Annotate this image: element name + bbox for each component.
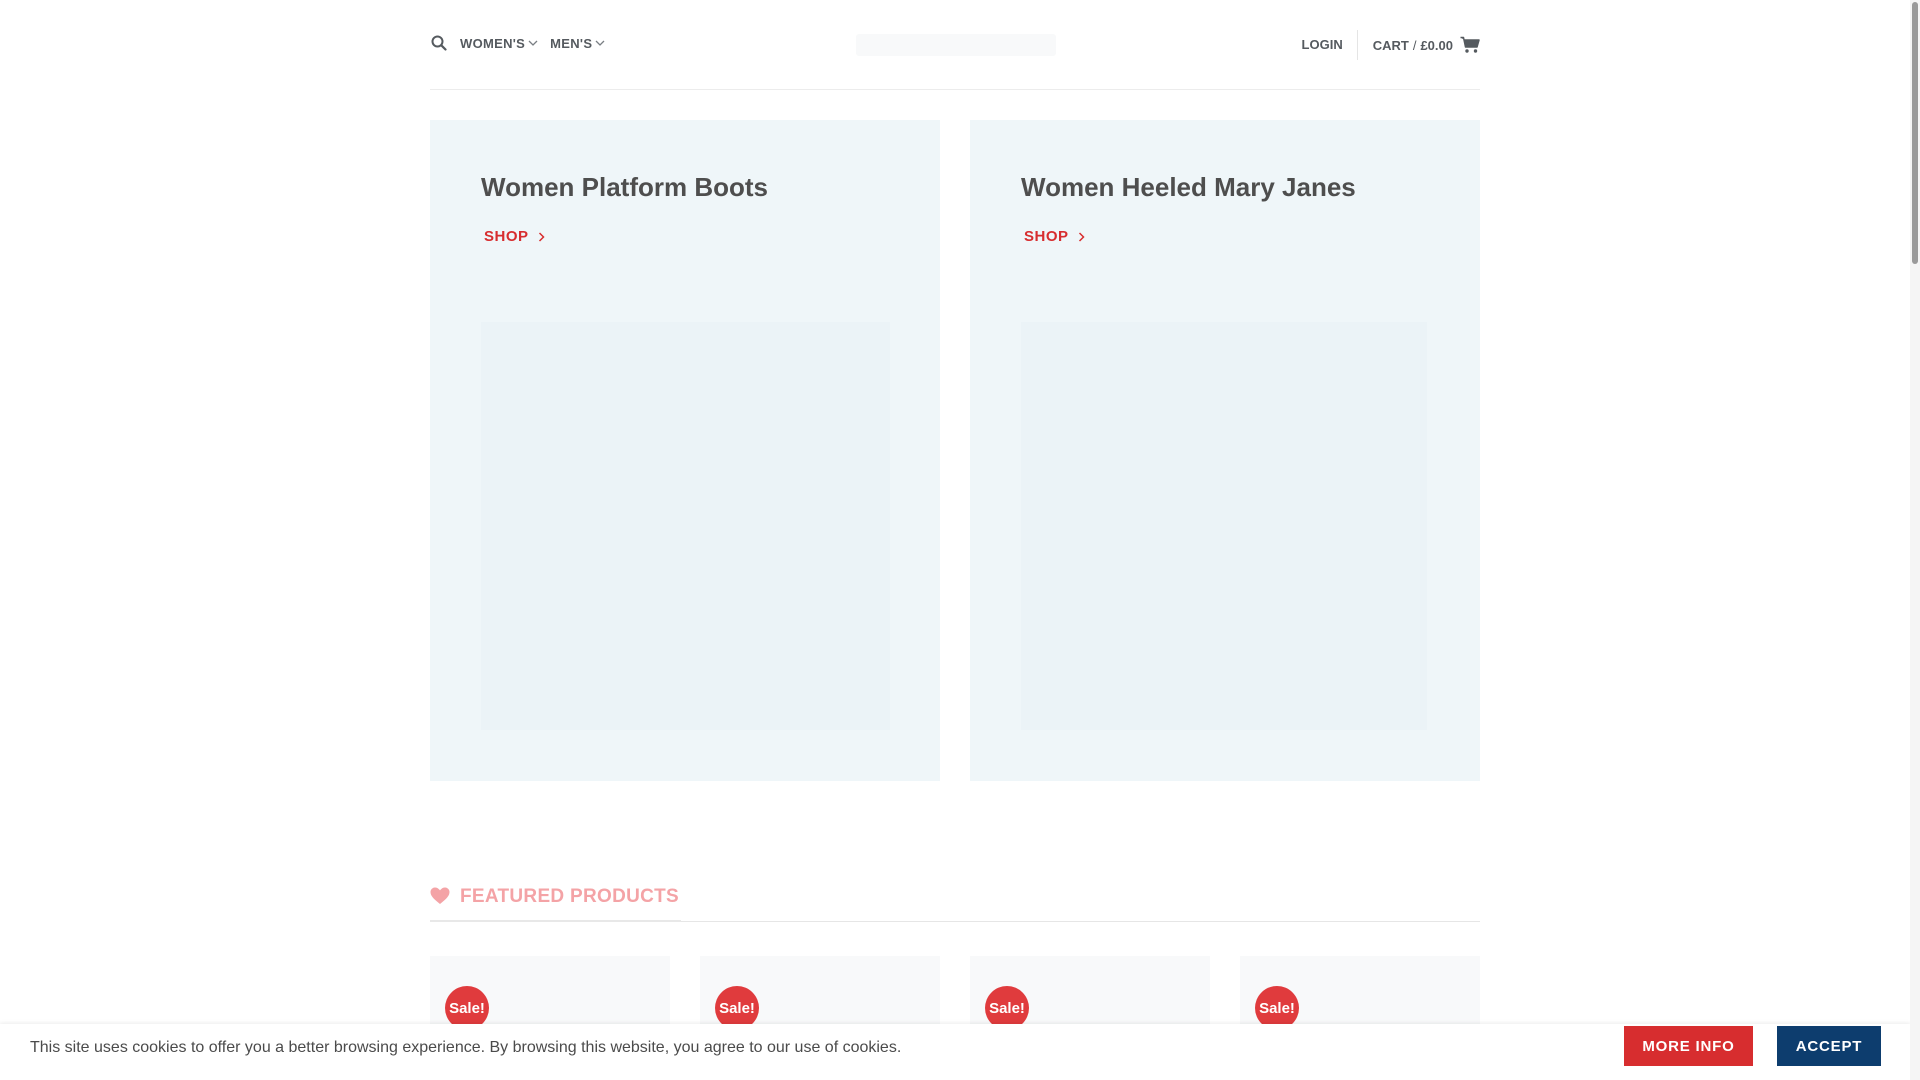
chevron-down-icon bbox=[528, 39, 538, 47]
cart-label: CART bbox=[1372, 37, 1409, 53]
promo-card-image[interactable] bbox=[1021, 322, 1427, 730]
scrollbar-thumb[interactable] bbox=[1912, 2, 1918, 264]
cookie-bar: This site uses cookies to offer you a be… bbox=[0, 1024, 1910, 1080]
account-nav: LOGIN CART / £0.00 bbox=[1302, 30, 1480, 60]
cookie-message: This site uses cookies to offer you a be… bbox=[30, 1039, 902, 1056]
section-heading: FEATURED PRODUCTS bbox=[430, 880, 682, 922]
cart-separator: / bbox=[1412, 37, 1417, 53]
section-title: FEATURED PRODUCTS bbox=[460, 886, 680, 907]
promo-card-title: Women Platform Boots bbox=[481, 172, 768, 202]
login-link[interactable]: LOGIN bbox=[1302, 30, 1358, 60]
nav-item-label: MEN'S bbox=[550, 35, 593, 51]
cart-icon bbox=[1460, 36, 1480, 54]
heart-icon bbox=[430, 887, 450, 905]
shop-link[interactable]: SHOP bbox=[484, 228, 545, 245]
chevron-right-icon bbox=[1078, 231, 1085, 242]
shop-link-label: SHOP bbox=[1024, 228, 1069, 245]
promo-card-platform-boots[interactable]: Women Platform Boots SHOP bbox=[430, 120, 940, 781]
chevron-right-icon bbox=[538, 231, 545, 242]
promo-card-image[interactable] bbox=[481, 322, 890, 730]
search-icon[interactable] bbox=[430, 34, 448, 52]
cart-total: £0.00 bbox=[1420, 37, 1453, 53]
shop-link-label: SHOP bbox=[484, 228, 529, 245]
site-logo[interactable] bbox=[856, 34, 1056, 56]
more-info-button[interactable]: MORE INFO bbox=[1624, 1026, 1753, 1066]
shop-link[interactable]: SHOP bbox=[1024, 228, 1085, 245]
promo-card-heeled-mary-janes[interactable]: Women Heeled Mary Janes SHOP bbox=[970, 120, 1480, 781]
accept-button[interactable]: ACCEPT bbox=[1777, 1026, 1881, 1066]
main-nav: WOMEN'S MEN'S bbox=[430, 34, 605, 52]
site-header: WOMEN'S MEN'S LOGIN CART / £0.00 bbox=[430, 0, 1480, 90]
page-scrollbar[interactable] bbox=[1910, 0, 1920, 1080]
nav-item-womens[interactable]: WOMEN'S bbox=[460, 36, 538, 51]
page: WOMEN'S MEN'S LOGIN CART / £0.00 Women P… bbox=[0, 0, 1920, 1080]
chevron-down-icon bbox=[595, 39, 605, 47]
nav-item-mens[interactable]: MEN'S bbox=[550, 36, 605, 51]
cart-link[interactable]: CART / £0.00 bbox=[1373, 36, 1480, 54]
featured-products-section: FEATURED PRODUCTS bbox=[430, 880, 1480, 922]
nav-item-label: WOMEN'S bbox=[460, 35, 526, 51]
promo-card-title: Women Heeled Mary Janes bbox=[1021, 172, 1356, 202]
